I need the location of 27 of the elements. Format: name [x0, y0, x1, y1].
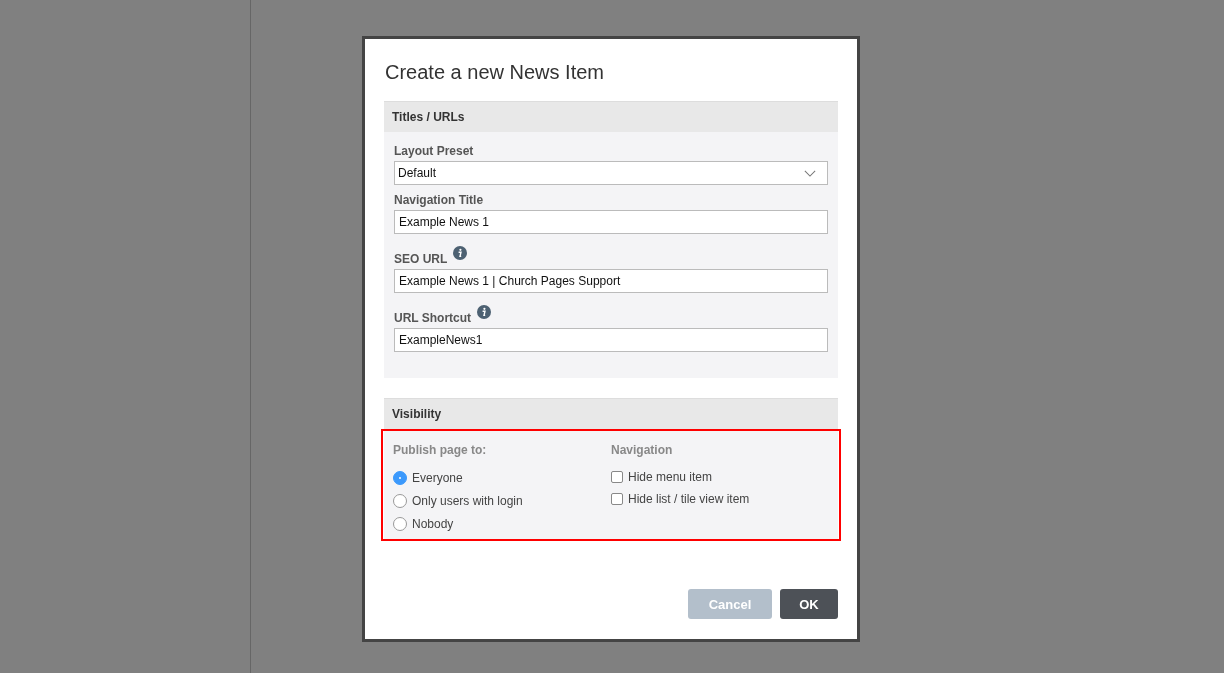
ok-button[interactable]: OK	[780, 589, 838, 619]
option-label: Nobody	[412, 516, 454, 531]
input-field[interactable]: Example News 1 | Church Pages Support	[394, 269, 828, 293]
group-label: Navigation	[611, 443, 674, 457]
field-label: SEO URL	[394, 252, 448, 266]
info-icon[interactable]	[477, 305, 492, 319]
radio-button[interactable]	[393, 470, 407, 485]
field-label: Navigation Title	[394, 193, 484, 207]
option-label: Hide menu item	[628, 470, 713, 484]
section-heading: Titles / URLs	[384, 101, 838, 132]
section-heading: Visibility	[384, 398, 838, 429]
info-icon[interactable]	[453, 246, 468, 260]
radio-button[interactable]	[393, 493, 407, 508]
option-label: Everyone	[412, 470, 463, 485]
dialog-title: Create a new News Item	[384, 60, 605, 85]
option-label: Only users with login	[412, 493, 523, 508]
field-label: Layout Preset	[394, 144, 474, 158]
input-field[interactable]: Example News 1	[394, 210, 828, 234]
dropdown-field[interactable]: Default	[394, 161, 828, 185]
input-field[interactable]: ExampleNews1	[394, 328, 828, 352]
option-label: Hide list / tile view item	[628, 492, 750, 506]
checkbox[interactable]	[611, 493, 623, 505]
field-label: URL Shortcut	[394, 311, 472, 325]
group-label: Publish page to:	[393, 443, 488, 457]
checkbox[interactable]	[611, 471, 623, 483]
radio-button[interactable]	[393, 516, 407, 531]
chevron-down-icon	[804, 169, 816, 177]
